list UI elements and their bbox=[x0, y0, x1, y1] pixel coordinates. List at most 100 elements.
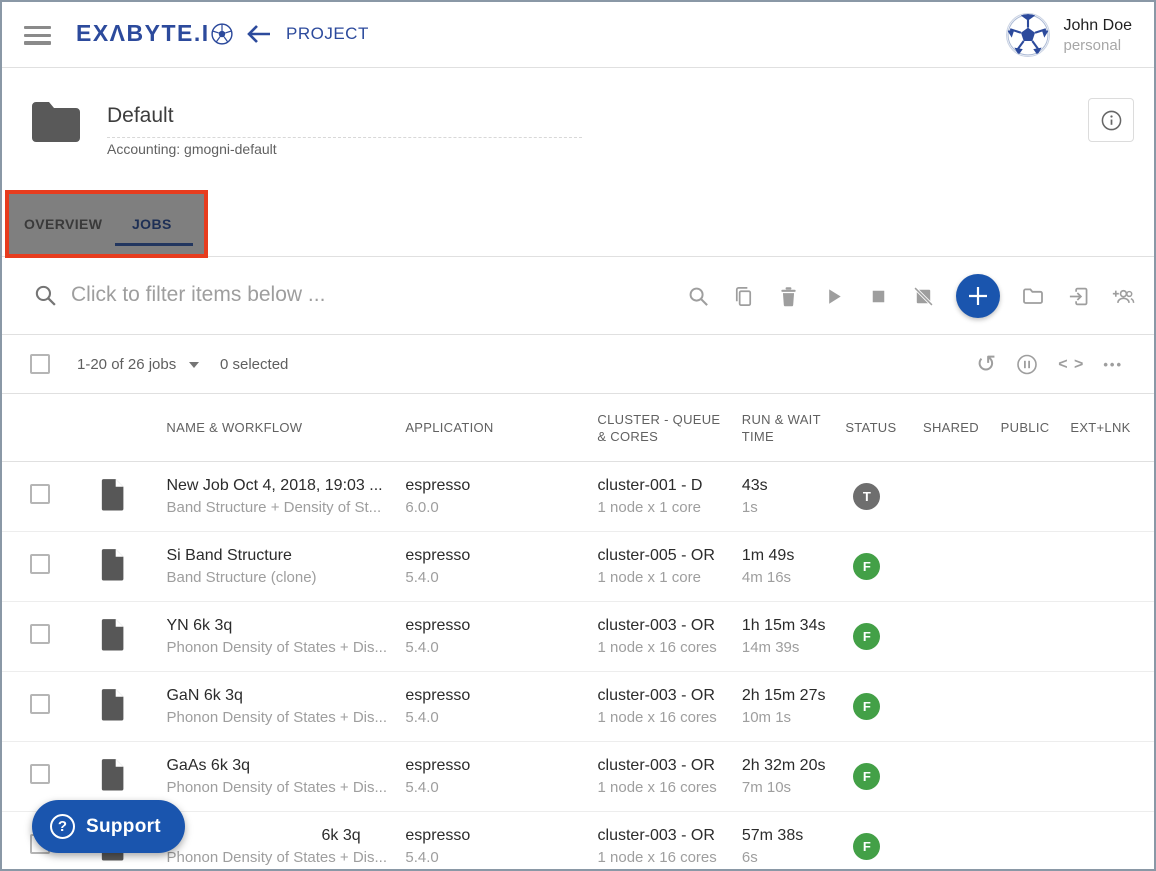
job-name[interactable]: New Job Oct 4, 2018, 19:03 ... bbox=[166, 475, 405, 497]
status-badge: F bbox=[853, 553, 880, 580]
job-name[interactable]: GaN 6k 3q bbox=[166, 685, 405, 707]
status-badge: F bbox=[853, 693, 880, 720]
create-job-button[interactable] bbox=[956, 274, 1000, 318]
job-run-time: 1h 15m 34s bbox=[742, 615, 846, 637]
row-checkbox[interactable] bbox=[30, 484, 50, 504]
table-row[interactable]: New Job Oct 4, 2018, 19:03 ... Band Stru… bbox=[2, 462, 1154, 532]
job-workflow: Phonon Density of States + Dis... bbox=[166, 777, 405, 798]
job-cluster-queue: cluster-003 - OR bbox=[598, 685, 742, 707]
select-all-checkbox[interactable] bbox=[30, 354, 50, 374]
breadcrumb: PROJECT bbox=[286, 24, 369, 44]
logo[interactable]: EXΛBYTE.I bbox=[76, 20, 233, 47]
code-view-button[interactable]: < > bbox=[1058, 357, 1084, 373]
job-application-version: 5.4.0 bbox=[405, 707, 597, 728]
search-icon bbox=[33, 283, 58, 308]
table-row[interactable]: Si Band Structure Band Structure (clone)… bbox=[2, 532, 1154, 602]
delete-jobs-button[interactable] bbox=[776, 284, 800, 308]
job-name[interactable]: 6k 3q bbox=[166, 825, 405, 847]
set-folder-button[interactable] bbox=[1021, 284, 1045, 308]
row-checkbox[interactable] bbox=[30, 764, 50, 784]
user-name: John Doe bbox=[1064, 17, 1133, 35]
move-jobs-button[interactable] bbox=[1066, 284, 1090, 308]
job-wait-time: 14m 39s bbox=[742, 637, 846, 658]
job-name[interactable]: Si Band Structure bbox=[166, 545, 405, 567]
job-run-time: 43s bbox=[742, 475, 846, 497]
col-shared[interactable]: SHARED bbox=[923, 419, 1001, 436]
table-row[interactable]: YN 6k 3q Phonon Density of States + Dis.… bbox=[2, 602, 1154, 672]
job-workflow: Phonon Density of States + Dis... bbox=[166, 707, 405, 728]
job-name[interactable]: GaAs 6k 3q bbox=[166, 755, 405, 777]
pagination-dropdown[interactable]: 1-20 of 26 jobs bbox=[77, 356, 199, 373]
job-wait-time: 7m 10s bbox=[742, 777, 846, 798]
pause-circle-icon bbox=[1015, 352, 1039, 377]
job-cores: 1 node x 16 cores bbox=[598, 707, 742, 728]
filter-input[interactable] bbox=[71, 275, 631, 315]
file-icon bbox=[100, 478, 127, 511]
menu-icon[interactable] bbox=[24, 26, 51, 45]
job-name[interactable]: YN 6k 3q bbox=[166, 615, 405, 637]
job-run-time: 2h 32m 20s bbox=[742, 755, 846, 777]
search-jobs-button[interactable] bbox=[686, 284, 710, 308]
col-run-wait-time[interactable]: RUN & WAIT TIME bbox=[742, 411, 846, 445]
refresh-button[interactable]: ↺ bbox=[976, 353, 996, 377]
tab-bar: OVERVIEW JOBS bbox=[2, 196, 1154, 257]
more-options-button[interactable]: ••• bbox=[1103, 358, 1123, 371]
col-name-workflow[interactable]: NAME & WORKFLOW bbox=[166, 419, 405, 436]
job-application: espresso bbox=[405, 685, 597, 707]
col-cluster-queue-cores[interactable]: CLUSTER - QUEUE & CORES bbox=[597, 411, 741, 445]
logo-ball-icon bbox=[211, 23, 233, 45]
job-application: espresso bbox=[405, 755, 597, 777]
job-cores: 1 node x 1 core bbox=[598, 497, 742, 518]
share-jobs-button[interactable] bbox=[1111, 284, 1135, 308]
filter-bar bbox=[2, 257, 1154, 335]
row-checkbox[interactable] bbox=[30, 694, 50, 714]
avatar[interactable] bbox=[1006, 13, 1050, 57]
job-cluster-queue: cluster-003 - OR bbox=[598, 755, 742, 777]
info-button[interactable] bbox=[1088, 98, 1134, 142]
user-menu[interactable]: John Doe personal bbox=[1006, 13, 1133, 57]
row-checkbox[interactable] bbox=[30, 554, 50, 574]
pagination-label: 1-20 of 26 jobs bbox=[77, 356, 176, 373]
active-tab-indicator bbox=[115, 243, 193, 247]
tab-jobs[interactable]: JOBS bbox=[132, 216, 172, 232]
plus-icon bbox=[965, 283, 991, 309]
job-run-time: 57m 38s bbox=[742, 825, 846, 847]
job-workflow: Phonon Density of States + Dis... bbox=[166, 637, 405, 658]
tab-overview[interactable]: OVERVIEW bbox=[24, 216, 102, 232]
status-badge: F bbox=[853, 763, 880, 790]
file-icon bbox=[100, 548, 127, 581]
terminate-jobs-button[interactable] bbox=[911, 284, 935, 308]
col-status[interactable]: STATUS bbox=[845, 419, 923, 436]
trash-icon bbox=[777, 285, 800, 308]
job-workflow: Band Structure + Density of St... bbox=[166, 497, 405, 518]
run-jobs-button[interactable] bbox=[821, 284, 845, 308]
job-workflow: Band Structure (clone) bbox=[166, 567, 405, 588]
table-row[interactable]: GaN 6k 3q Phonon Density of States + Dis… bbox=[2, 672, 1154, 742]
col-public[interactable]: PUBLIC bbox=[1001, 419, 1071, 436]
user-account: personal bbox=[1064, 37, 1133, 54]
job-workflow: Phonon Density of States + Dis... bbox=[166, 847, 405, 868]
copy-jobs-button[interactable] bbox=[731, 284, 755, 308]
stop-jobs-button[interactable] bbox=[866, 284, 890, 308]
chevron-down-icon bbox=[189, 362, 199, 368]
pause-updates-button[interactable] bbox=[1015, 353, 1039, 377]
table-row[interactable]: GaAs 6k 3q Phonon Density of States + Di… bbox=[2, 742, 1154, 812]
back-arrow-icon[interactable] bbox=[245, 22, 272, 46]
col-application[interactable]: APPLICATION bbox=[405, 419, 597, 436]
job-application: espresso bbox=[405, 825, 597, 847]
support-button[interactable]: ? Support bbox=[32, 800, 185, 853]
play-icon bbox=[822, 285, 845, 308]
job-cluster-queue: cluster-001 - D bbox=[598, 475, 742, 497]
col-ext-lnk[interactable]: EXT+LNK bbox=[1070, 419, 1154, 436]
logo-text: EXΛBYTE.I bbox=[76, 20, 210, 47]
project-title[interactable]: Default bbox=[107, 104, 582, 138]
job-application-version: 5.4.0 bbox=[405, 637, 597, 658]
add-people-icon bbox=[1111, 284, 1135, 308]
status-badge: F bbox=[853, 833, 880, 860]
tabs-highlight-annotation: OVERVIEW JOBS bbox=[5, 190, 208, 258]
job-cores: 1 node x 16 cores bbox=[598, 777, 742, 798]
status-badge: F bbox=[853, 623, 880, 650]
row-checkbox[interactable] bbox=[30, 624, 50, 644]
job-cores: 1 node x 16 cores bbox=[598, 637, 742, 658]
job-cluster-queue: cluster-003 - OR bbox=[598, 825, 742, 847]
